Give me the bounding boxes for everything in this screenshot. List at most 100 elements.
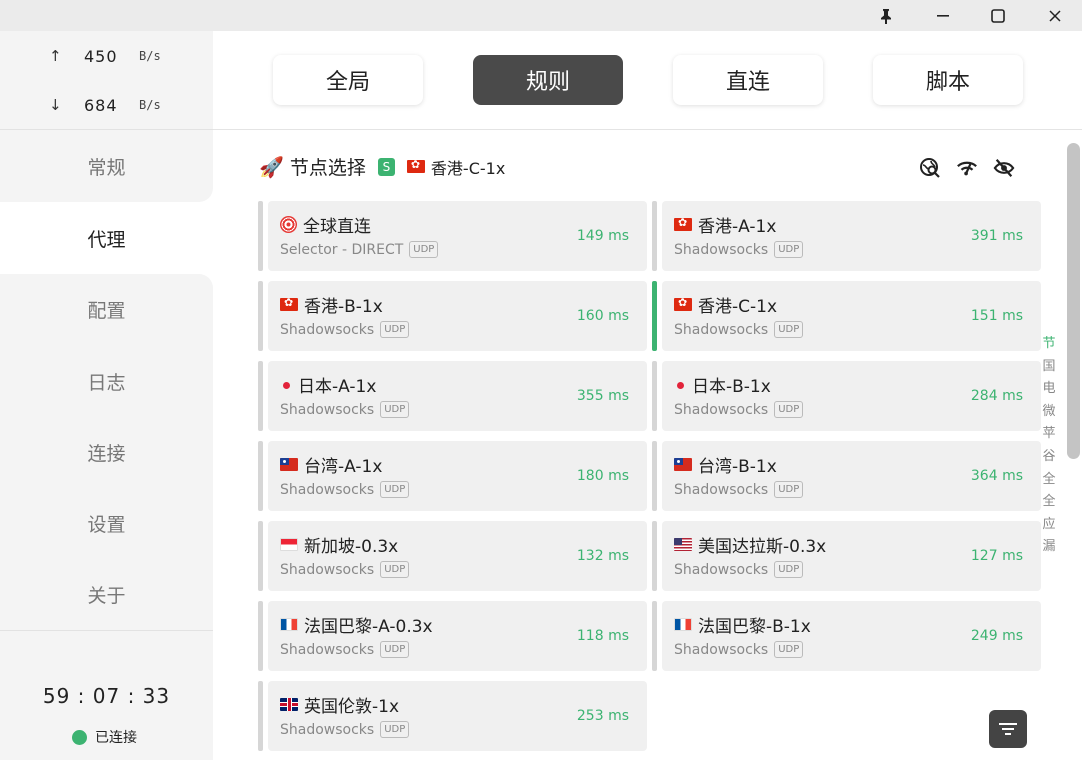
proxy-indicator — [652, 201, 657, 271]
proxy-delay[interactable]: 149 ms — [577, 228, 629, 244]
proxy-card[interactable]: 香港-B-1x Shadowsocks UDP 160 ms — [258, 281, 647, 351]
proxy-delay[interactable]: 160 ms — [577, 308, 629, 324]
proxy-card[interactable]: 台湾-B-1x Shadowsocks UDP 364 ms — [652, 441, 1041, 511]
proxy-indicator — [258, 361, 263, 431]
group-index-item[interactable]: 国 — [1042, 356, 1055, 379]
maximize-icon[interactable] — [970, 0, 1026, 31]
udp-badge: UDP — [774, 641, 804, 658]
group-index-item[interactable]: 电 — [1042, 378, 1055, 401]
proxy-delay[interactable]: 253 ms — [577, 708, 629, 724]
udp-badge: UDP — [774, 241, 804, 258]
proxy-delay[interactable]: 284 ms — [971, 388, 1023, 404]
proxy-indicator — [258, 521, 263, 591]
proxy-indicator — [652, 281, 657, 351]
sidebar-item-settings[interactable]: 设置 — [0, 488, 213, 559]
mode-script-button[interactable]: 脚本 — [873, 55, 1023, 105]
group-title: 节点选择 — [289, 157, 366, 179]
proxy-card[interactable]: 香港-A-1x Shadowsocks UDP 391 ms — [652, 201, 1041, 271]
sidebar-item-about[interactable]: 关于 — [0, 559, 213, 630]
proxy-type: Shadowsocks — [674, 241, 769, 258]
proxy-card[interactable]: 台湾-A-1x Shadowsocks UDP 180 ms — [258, 441, 647, 511]
download-speed: ↓ 684 B/s — [0, 93, 213, 117]
mode-direct-button[interactable]: 直连 — [673, 55, 823, 105]
proxy-name: 台湾-A-1x — [304, 457, 383, 477]
close-icon[interactable] — [1027, 0, 1082, 31]
proxy-delay[interactable]: 127 ms — [971, 548, 1023, 564]
download-unit: B/s — [139, 98, 161, 112]
proxy-name: 香港-B-1x — [304, 297, 383, 317]
proxy-delay[interactable]: 249 ms — [971, 628, 1023, 644]
pin-icon[interactable] — [858, 0, 914, 31]
connection-status: 已连接 — [72, 727, 137, 747]
proxy-indicator — [258, 681, 263, 751]
sidebar-item-profiles[interactable]: 配置 — [0, 274, 213, 345]
group-index-item[interactable]: 节 — [1042, 333, 1055, 356]
sidebar-item-label: 关于 — [87, 585, 126, 607]
proxy-delay[interactable]: 364 ms — [971, 468, 1023, 484]
proxy-card[interactable]: 法国巴黎-B-1x Shadowsocks UDP 249 ms — [652, 601, 1041, 671]
proxy-delay[interactable]: 118 ms — [577, 628, 629, 644]
upload-value: 450 — [84, 46, 118, 66]
proxy-name: 法国巴黎-A-0.3x — [304, 617, 433, 637]
france-flag-icon — [674, 618, 692, 631]
japan-flag-icon — [280, 379, 292, 391]
proxy-name: 香港-C-1x — [698, 297, 778, 317]
filter-button[interactable] — [989, 710, 1027, 748]
proxy-card[interactable]: 新加坡-0.3x Shadowsocks UDP 132 ms — [258, 521, 647, 591]
proxy-type: Shadowsocks — [674, 481, 769, 498]
group-index-item[interactable]: 全 — [1042, 469, 1055, 492]
proxy-type: Shadowsocks — [674, 641, 769, 658]
proxy-group-header[interactable]: 🚀 节点选择 S 香港-C-1x — [259, 153, 505, 180]
proxy-delay[interactable]: 180 ms — [577, 468, 629, 484]
proxy-delay[interactable]: 151 ms — [971, 308, 1023, 324]
proxy-delay[interactable]: 391 ms — [971, 228, 1023, 244]
proxy-indicator — [258, 601, 263, 671]
proxy-name: 美国达拉斯-0.3x — [698, 537, 827, 557]
proxy-delay[interactable]: 355 ms — [577, 388, 629, 404]
sidebar-item-proxy[interactable]: 代理 — [0, 203, 213, 274]
udp-badge: UDP — [774, 321, 804, 338]
group-index-item[interactable]: 谷 — [1042, 446, 1055, 469]
udp-badge: UDP — [774, 401, 804, 418]
download-arrow-icon: ↓ — [49, 96, 62, 114]
proxy-name: 法国巴黎-B-1x — [698, 617, 811, 637]
udp-badge: UDP — [774, 481, 804, 498]
singapore-flag-icon — [280, 538, 298, 551]
proxy-type: Shadowsocks — [280, 721, 375, 738]
scrollbar[interactable] — [1067, 143, 1080, 459]
sidebar-item-label: 常规 — [87, 157, 126, 179]
japan-flag-icon — [674, 379, 686, 391]
proxy-card-selected[interactable]: 香港-C-1x Shadowsocks UDP 151 ms — [652, 281, 1041, 351]
udp-badge: UDP — [380, 561, 410, 578]
mode-rule-button[interactable]: 规则 — [473, 55, 623, 105]
group-index-item[interactable]: 应 — [1042, 514, 1055, 537]
minimize-icon[interactable] — [915, 0, 971, 31]
eye-off-icon[interactable] — [993, 157, 1015, 179]
proxy-card[interactable]: 日本-A-1x Shadowsocks UDP 355 ms — [258, 361, 647, 431]
proxy-card[interactable]: 全球直连 Selector - DIRECT UDP 149 ms — [258, 201, 647, 271]
sidebar-item-logs[interactable]: 日志 — [0, 346, 213, 417]
sidebar-item-label: 代理 — [87, 229, 126, 251]
proxy-card[interactable]: 美国达拉斯-0.3x Shadowsocks UDP 127 ms — [652, 521, 1041, 591]
france-flag-icon — [280, 618, 298, 631]
group-index-item[interactable]: 漏 — [1042, 536, 1055, 559]
group-index-item[interactable]: 苹 — [1042, 423, 1055, 446]
proxy-indicator — [652, 521, 657, 591]
group-index-item[interactable]: 全 — [1042, 491, 1055, 514]
proxy-card[interactable]: 法国巴黎-A-0.3x Shadowsocks UDP 118 ms — [258, 601, 647, 671]
mode-global-button[interactable]: 全局 — [273, 55, 423, 105]
sidebar-item-general[interactable]: 常规 — [0, 131, 213, 202]
proxy-card[interactable]: 英国伦敦-1x Shadowsocks UDP 253 ms — [258, 681, 647, 751]
mode-selector: 全局 规则 直连 脚本 — [213, 31, 1082, 130]
upload-unit: B/s — [139, 49, 161, 63]
group-current-label: 香港-C-1x — [430, 158, 506, 178]
group-index-item[interactable]: 微 — [1042, 401, 1055, 424]
wifi-speed-icon[interactable] — [956, 157, 978, 179]
proxy-name: 日本-A-1x — [298, 377, 377, 397]
sidebar-item-connections[interactable]: 连接 — [0, 417, 213, 488]
proxy-type: Shadowsocks — [280, 561, 375, 578]
proxy-delay[interactable]: 132 ms — [577, 548, 629, 564]
location-search-icon[interactable] — [919, 157, 941, 179]
proxy-card[interactable]: 日本-B-1x Shadowsocks UDP 284 ms — [652, 361, 1041, 431]
title-bar — [0, 0, 1082, 31]
